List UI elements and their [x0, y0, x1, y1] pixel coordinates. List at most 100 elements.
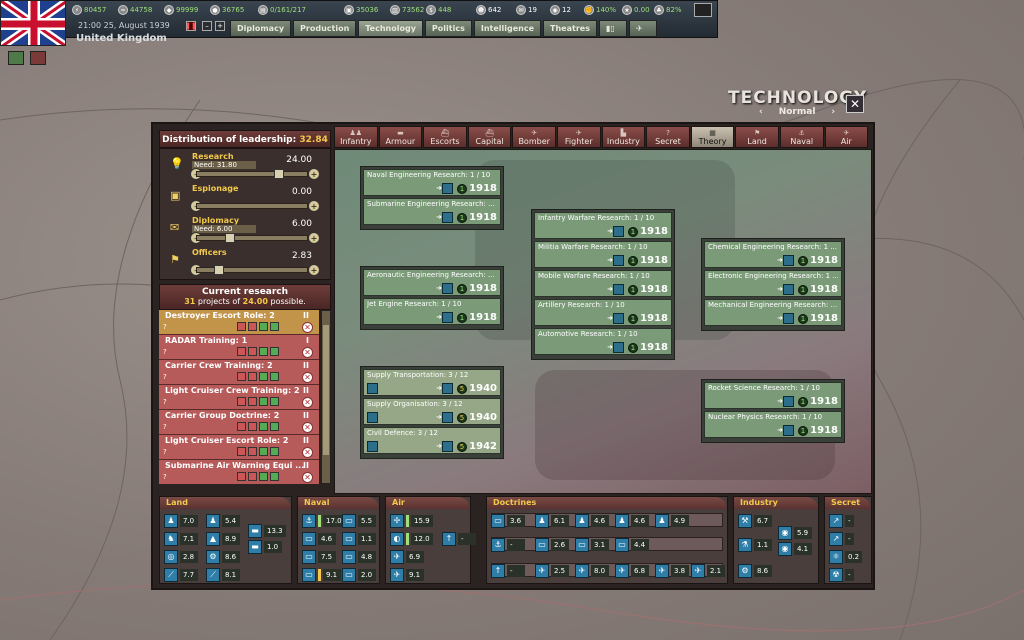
- mountain-doctrine-icon[interactable]: ♟: [615, 513, 629, 528]
- ledger-icon[interactable]: [694, 3, 712, 17]
- transport-icon[interactable]: ▭: [302, 567, 316, 582]
- move-bottom-icon[interactable]: [237, 447, 246, 456]
- map-mode-button[interactable]: [8, 51, 24, 65]
- slider-knob[interactable]: [274, 169, 284, 179]
- mode-next-arrow[interactable]: ›: [831, 107, 835, 117]
- remove-icon[interactable]: ✕: [302, 347, 313, 358]
- move-up-icon[interactable]: [259, 422, 268, 431]
- diplomacy-slider[interactable]: [196, 233, 308, 243]
- tech-card-electronic-engineering[interactable]: Electronic Engineering Research: 1 ... ➜ 1…: [704, 270, 842, 297]
- move-top-icon[interactable]: [270, 347, 279, 356]
- infantry-icon[interactable]: ♟: [164, 513, 178, 528]
- move-down-icon[interactable]: [248, 472, 257, 481]
- engine-icon[interactable]: ◐: [390, 531, 404, 546]
- tech-card-artillery[interactable]: Artillery Research: 1 / 10 ➜ 1 1918: [534, 299, 672, 326]
- move-bottom-icon[interactable]: [237, 397, 246, 406]
- wheel-icon[interactable]: ◎: [164, 549, 178, 564]
- propeller-icon[interactable]: ✢: [390, 513, 404, 528]
- radiation-icon[interactable]: ☢: [829, 567, 843, 582]
- move-up-icon[interactable]: [259, 347, 268, 356]
- cas-doctrine-icon[interactable]: ✈: [575, 563, 589, 578]
- tech-card-aeronautic-engineering[interactable]: Aeronautic Engineering Research: ... ➜ 1 19…: [363, 269, 501, 296]
- tab-diplomacy[interactable]: Diplomacy: [230, 20, 292, 37]
- move-up-icon[interactable]: [259, 472, 268, 481]
- move-bottom-icon[interactable]: [237, 372, 246, 381]
- move-up-icon[interactable]: [259, 447, 268, 456]
- move-down-icon[interactable]: [248, 422, 257, 431]
- list-item[interactable]: Light Cruiser Escort Role: 2? II ✕: [159, 435, 319, 460]
- fighter-doctrine-icon[interactable]: ✈: [535, 563, 549, 578]
- move-top-icon[interactable]: [270, 372, 279, 381]
- carrier-icon[interactable]: ▭: [302, 549, 316, 564]
- cavalry-icon[interactable]: ♞: [164, 531, 178, 546]
- slider-knob[interactable]: [213, 265, 224, 275]
- espionage-slider[interactable]: [196, 203, 308, 209]
- destroyer-icon[interactable]: ▭: [535, 537, 549, 552]
- tab-technology[interactable]: Technology: [358, 20, 423, 37]
- tab-bomber[interactable]: ✈ Bomber: [512, 126, 556, 148]
- tech-card-mobile-warfare[interactable]: Mobile Warfare Research: 1 / 10 ➜ 1 1918: [534, 270, 672, 297]
- alert-button[interactable]: [30, 51, 46, 65]
- list-item[interactable]: RADAR Training: 1? I ✕: [159, 335, 319, 360]
- tech-card-submarine-engineering[interactable]: Submarine Engineering Research: ... ➜ 1 191…: [363, 198, 501, 225]
- bomber-doctrine-icon[interactable]: ✈: [615, 563, 629, 578]
- tech-card-supply-organisation[interactable]: Supply Organisation: 3 / 12 ➜ 5 1940: [363, 398, 501, 425]
- jet-icon[interactable]: ↗: [829, 531, 843, 546]
- tab-air[interactable]: ✈ Air: [824, 126, 869, 148]
- tech-card-mechanical-engineering[interactable]: Mechanical Engineering Research: ... ➜ 1 19…: [704, 299, 842, 326]
- tech-card-automotive[interactable]: Automotive Research: 1 / 10 ➜ 1 1918: [534, 328, 672, 355]
- militia-icon[interactable]: ♟: [206, 513, 220, 528]
- tech-card-rocket-science[interactable]: Rocket Science Research: 1 / 10 ➜ 1 1918: [704, 382, 842, 409]
- queue-scrollbar[interactable]: [321, 310, 331, 484]
- carrier-icon[interactable]: ▭: [615, 537, 629, 552]
- move-top-icon[interactable]: [270, 422, 279, 431]
- tech-card-civil-defence[interactable]: Civil Defence: 3 / 12 ➜ 5 1942: [363, 427, 501, 454]
- militia-doctrine-icon[interactable]: ♟: [575, 513, 589, 528]
- bomber-icon[interactable]: ✈: [390, 567, 404, 582]
- move-bottom-icon[interactable]: [237, 472, 246, 481]
- artillery-icon[interactable]: ⟋: [164, 567, 178, 582]
- gear-icon[interactable]: ⚙: [738, 563, 752, 578]
- remove-icon[interactable]: ✕: [302, 472, 313, 483]
- remove-icon[interactable]: ✕: [302, 422, 313, 433]
- list-item[interactable]: Carrier Crew Training: 2? II ✕: [159, 360, 319, 385]
- move-up-icon[interactable]: [259, 372, 268, 381]
- move-top-icon[interactable]: [270, 397, 279, 406]
- military-button[interactable]: ✈: [628, 20, 657, 37]
- list-item[interactable]: Carrier Group Doctrine: 2? II ✕: [159, 410, 319, 435]
- tab-infantry[interactable]: ♟♟ Infantry: [334, 126, 378, 148]
- naval-bomber-doctrine-icon[interactable]: ✈: [655, 563, 669, 578]
- flask-icon[interactable]: ⚗: [738, 537, 752, 552]
- tab-land[interactable]: ⚑ Land: [735, 126, 779, 148]
- research-slider[interactable]: [196, 169, 308, 179]
- speed-down-button[interactable]: –: [202, 21, 212, 31]
- tab-intelligence[interactable]: Intelligence: [473, 20, 542, 37]
- tab-politics[interactable]: Politics: [424, 20, 472, 37]
- list-item[interactable]: Submarine Air Warning Equi ...? II ✕: [159, 460, 319, 484]
- increase-button[interactable]: +: [308, 232, 320, 244]
- remove-icon[interactable]: ✕: [302, 447, 313, 458]
- tech-card-supply-transportation[interactable]: Supply Transportation: 3 / 12 ➜ 5 1940: [363, 369, 501, 396]
- move-top-icon[interactable]: [270, 472, 279, 481]
- fighter-icon[interactable]: ✈: [390, 549, 404, 564]
- move-down-icon[interactable]: [248, 322, 257, 331]
- mode-prev-arrow[interactable]: ‹: [759, 107, 763, 117]
- pause-button[interactable]: ❚❚: [185, 21, 197, 31]
- tab-production[interactable]: Production: [293, 20, 357, 37]
- rocket-doctrine-icon[interactable]: ↑: [491, 563, 505, 578]
- battleship-icon[interactable]: ▭: [342, 531, 356, 546]
- tech-card-naval-engineering[interactable]: Naval Engineering Research: 1 / 10 ➜ 1 1918: [363, 169, 501, 196]
- tab-capital[interactable]: ⛴ Capital: [467, 126, 512, 148]
- atom-icon[interactable]: ⚛: [829, 549, 843, 564]
- anti-tank-icon[interactable]: ⟋: [206, 567, 220, 582]
- destroyer-icon[interactable]: ▭: [342, 513, 356, 528]
- remove-icon[interactable]: ✕: [302, 397, 313, 408]
- remove-icon[interactable]: ✕: [302, 322, 313, 333]
- increase-button[interactable]: +: [308, 200, 320, 212]
- anchor-icon[interactable]: ⚓: [302, 513, 316, 528]
- tab-fighter[interactable]: ✈ Fighter: [556, 126, 601, 148]
- tab-industry[interactable]: ▙ Industry: [601, 126, 646, 148]
- statistics-button[interactable]: ▮▯: [598, 20, 627, 37]
- rocket-icon[interactable]: ↑: [442, 531, 456, 546]
- armor-icon[interactable]: ▬: [248, 539, 262, 554]
